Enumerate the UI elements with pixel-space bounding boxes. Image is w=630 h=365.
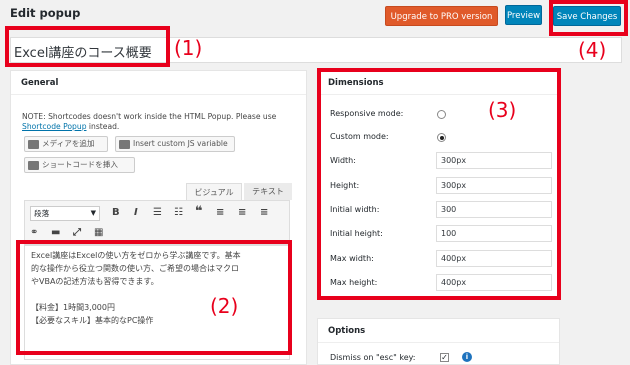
shortcode-popup-link[interactable]: Shortcode Popup: [22, 122, 87, 131]
link-icon[interactable]: ⚭: [30, 227, 38, 239]
annotation-label-3: (3): [488, 98, 517, 122]
media-icon: [28, 139, 39, 149]
insert-js-label: Insert custom JS variable: [133, 139, 228, 148]
tab-text[interactable]: テキスト: [244, 183, 292, 200]
bullet-list-icon[interactable]: ☰: [153, 207, 162, 219]
add-media-label: メディアを追加: [42, 139, 95, 148]
code-icon: [119, 139, 130, 149]
note-suffix: instead.: [86, 122, 120, 131]
general-heading: General: [11, 71, 306, 95]
format-select[interactable]: 段落 ▼: [30, 206, 100, 221]
shortcode-icon: [28, 160, 39, 170]
preview-button[interactable]: Preview: [505, 5, 542, 25]
annotation-label-4: (4): [578, 38, 607, 62]
insert-shortcode-button[interactable]: ショートコードを挿入: [24, 157, 135, 173]
toolbar-toggle-icon[interactable]: ▦: [94, 227, 103, 239]
numbered-list-icon[interactable]: ☷: [174, 207, 183, 219]
tab-visual[interactable]: ビジュアル: [186, 183, 242, 200]
align-right-icon[interactable]: ≡: [260, 207, 268, 219]
read-more-icon[interactable]: ▬: [51, 227, 60, 239]
annotation-label-1: (1): [174, 36, 203, 60]
annotation-box-2: [16, 240, 292, 355]
blockquote-icon[interactable]: ❝: [195, 205, 203, 218]
upgrade-pro-button[interactable]: Upgrade to PRO version: [385, 6, 498, 26]
dismiss-esc-label: Dismiss on "esc" key:: [330, 353, 416, 362]
align-left-icon[interactable]: ≡: [216, 207, 224, 219]
fullscreen-icon[interactable]: ⤢: [73, 227, 81, 239]
annotation-label-2: (2): [210, 294, 239, 318]
insert-js-variable-button[interactable]: Insert custom JS variable: [115, 136, 235, 152]
add-media-button[interactable]: メディアを追加: [24, 136, 108, 152]
dismiss-esc-checkbox[interactable]: ✓: [440, 353, 449, 362]
note-text: NOTE: Shortcodes doesn't work inside the…: [22, 112, 277, 121]
align-center-icon[interactable]: ≡: [238, 207, 246, 219]
bold-icon[interactable]: B: [112, 207, 120, 219]
format-select-value: 段落: [34, 209, 50, 218]
italic-icon[interactable]: I: [134, 207, 138, 219]
info-icon[interactable]: i: [462, 352, 472, 362]
annotation-box-1: [5, 26, 170, 67]
options-heading: Options: [318, 319, 559, 343]
annotation-box-4: [549, 0, 628, 36]
shortcode-note: NOTE: Shortcodes doesn't work inside the…: [22, 112, 302, 132]
page-title: Edit popup: [10, 6, 81, 20]
insert-shortcode-label: ショートコードを挿入: [42, 160, 118, 169]
annotation-box-3: [317, 68, 561, 300]
chevron-down-icon: ▼: [90, 209, 96, 217]
